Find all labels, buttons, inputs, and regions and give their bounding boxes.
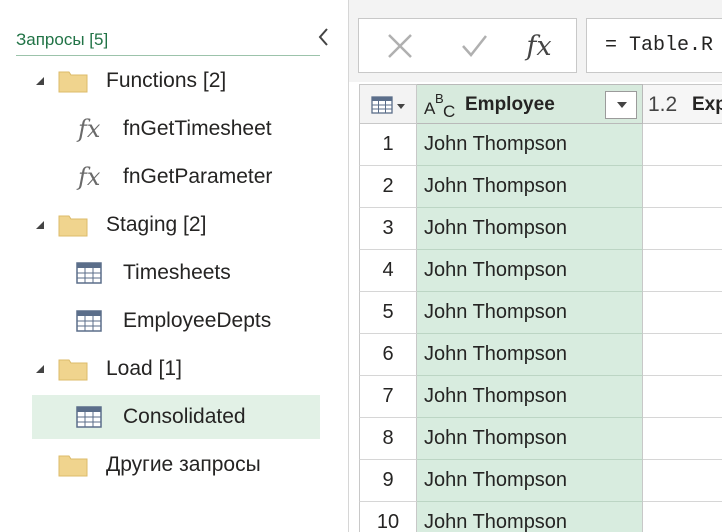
row-number[interactable]: 7 xyxy=(359,376,417,418)
table-row: 10 John Thompson xyxy=(359,502,722,532)
table-row: 7 John Thompson xyxy=(359,376,722,418)
table-row: 2 John Thompson xyxy=(359,166,722,208)
table-row: 9 John Thompson xyxy=(359,460,722,502)
tree-item-fngettimesheet[interactable]: fx fnGetTimesheet xyxy=(0,107,320,151)
table-row: 3 John Thompson xyxy=(359,208,722,250)
column-name: Employee xyxy=(465,94,555,115)
row-number[interactable]: 8 xyxy=(359,418,417,460)
row-number[interactable]: 3 xyxy=(359,208,417,250)
employee-cell[interactable]: John Thompson xyxy=(417,250,643,292)
employee-cell[interactable]: John Thompson xyxy=(417,334,643,376)
svg-text:C: C xyxy=(443,102,455,120)
table-menu-button[interactable] xyxy=(359,84,417,124)
tree-item-label: EmployeeDepts xyxy=(123,309,272,332)
folder-icon xyxy=(58,71,88,93)
collapse-pane-button[interactable] xyxy=(314,24,334,50)
text-type-icon: A B C xyxy=(424,91,455,120)
fx-icon: fx xyxy=(526,30,552,62)
row-number[interactable]: 9 xyxy=(359,460,417,502)
row-number[interactable]: 10 xyxy=(359,502,417,532)
insert-function-button[interactable]: fx xyxy=(519,29,559,63)
commit-formula-button[interactable] xyxy=(454,29,494,63)
employee-cell[interactable]: John Thompson xyxy=(417,376,643,418)
column-name: Exp xyxy=(692,94,722,115)
checkmark-icon xyxy=(462,35,487,57)
table-icon xyxy=(76,310,102,332)
tree-item-label: fnGetTimesheet xyxy=(123,117,272,140)
tree-folder-functions[interactable]: Functions [2] xyxy=(0,59,320,103)
table-row: 1 John Thompson xyxy=(359,124,722,166)
tree-folder-label: Другие запросы xyxy=(106,453,261,476)
expanded-triangle-icon[interactable] xyxy=(35,76,45,86)
row-number[interactable]: 1 xyxy=(359,124,417,166)
formula-input[interactable]: = Table.R xyxy=(586,18,722,73)
tree-item-fngetparameter[interactable]: fx fnGetParameter xyxy=(0,155,320,199)
cancel-formula-button[interactable] xyxy=(380,29,420,63)
folder-icon xyxy=(58,455,88,477)
employee-cell[interactable]: John Thompson xyxy=(417,208,643,250)
tree-item-label: Consolidated xyxy=(123,405,246,428)
exp-cell[interactable] xyxy=(643,166,722,208)
exp-cell[interactable] xyxy=(643,502,722,532)
employee-cell[interactable]: John Thompson xyxy=(417,292,643,334)
expanded-triangle-icon[interactable] xyxy=(35,364,45,374)
row-number[interactable]: 4 xyxy=(359,250,417,292)
employee-cell[interactable]: John Thompson xyxy=(417,502,643,532)
row-number[interactable]: 5 xyxy=(359,292,417,334)
tree-folder-load[interactable]: Load [1] xyxy=(0,347,320,391)
table-icon xyxy=(371,96,393,114)
chevron-down-icon xyxy=(397,104,405,109)
formula-text: = Table.R xyxy=(605,34,714,57)
tree-item-label: fnGetParameter xyxy=(123,165,273,188)
tree-folder-staging[interactable]: Staging [2] xyxy=(0,203,320,247)
tree-folder-label: Functions [2] xyxy=(106,69,227,92)
table-row: 5 John Thompson xyxy=(359,292,722,334)
tree-item-timesheets[interactable]: Timesheets xyxy=(0,251,320,295)
close-icon xyxy=(388,34,412,58)
tree-item-consolidated[interactable]: Consolidated xyxy=(32,395,320,439)
row-number[interactable]: 6 xyxy=(359,334,417,376)
column-filter-button[interactable] xyxy=(605,91,637,119)
queries-pane-title: Запросы [5] xyxy=(16,30,109,49)
queries-pane: Запросы [5] Functions [2] fx fnGetTimesh… xyxy=(0,0,349,532)
table-icon xyxy=(76,262,102,284)
tree-folder-other-queries[interactable]: Другие запросы xyxy=(0,443,320,487)
exp-cell[interactable] xyxy=(643,376,722,418)
exp-cell[interactable] xyxy=(643,292,722,334)
exp-cell[interactable] xyxy=(643,460,722,502)
exp-cell[interactable] xyxy=(643,334,722,376)
employee-cell[interactable]: John Thompson xyxy=(417,124,643,166)
formula-buttons-group: fx xyxy=(358,18,577,73)
chevron-left-icon xyxy=(318,28,328,46)
exp-cell[interactable] xyxy=(643,124,722,166)
decimal-type-icon: 1.2 xyxy=(648,93,678,116)
folder-icon xyxy=(58,359,88,381)
table-row: 6 John Thompson xyxy=(359,334,722,376)
table-row: 8 John Thompson xyxy=(359,418,722,460)
table-icon xyxy=(76,406,102,428)
employee-cell[interactable]: John Thompson xyxy=(417,418,643,460)
tree-item-employeedepts[interactable]: EmployeeDepts xyxy=(0,299,320,343)
exp-cell[interactable] xyxy=(643,418,722,460)
function-icon: fx xyxy=(78,163,101,191)
table-row: 4 John Thompson xyxy=(359,250,722,292)
exp-cell[interactable] xyxy=(643,208,722,250)
employee-cell[interactable]: John Thompson xyxy=(417,166,643,208)
tree-folder-label: Staging [2] xyxy=(106,213,207,236)
employee-cell[interactable]: John Thompson xyxy=(417,460,643,502)
column-header-exp[interactable]: 1.2 Exp xyxy=(643,84,722,124)
tree-folder-label: Load [1] xyxy=(106,357,182,380)
queries-header-divider xyxy=(16,55,320,56)
expanded-triangle-icon[interactable] xyxy=(35,220,45,230)
exp-cell[interactable] xyxy=(643,250,722,292)
chevron-down-icon xyxy=(617,102,627,108)
folder-icon xyxy=(58,215,88,237)
column-header-employee[interactable]: A B C Employee xyxy=(417,84,643,124)
row-number[interactable]: 2 xyxy=(359,166,417,208)
tree-item-label: Timesheets xyxy=(123,261,231,284)
function-icon: fx xyxy=(78,115,101,143)
